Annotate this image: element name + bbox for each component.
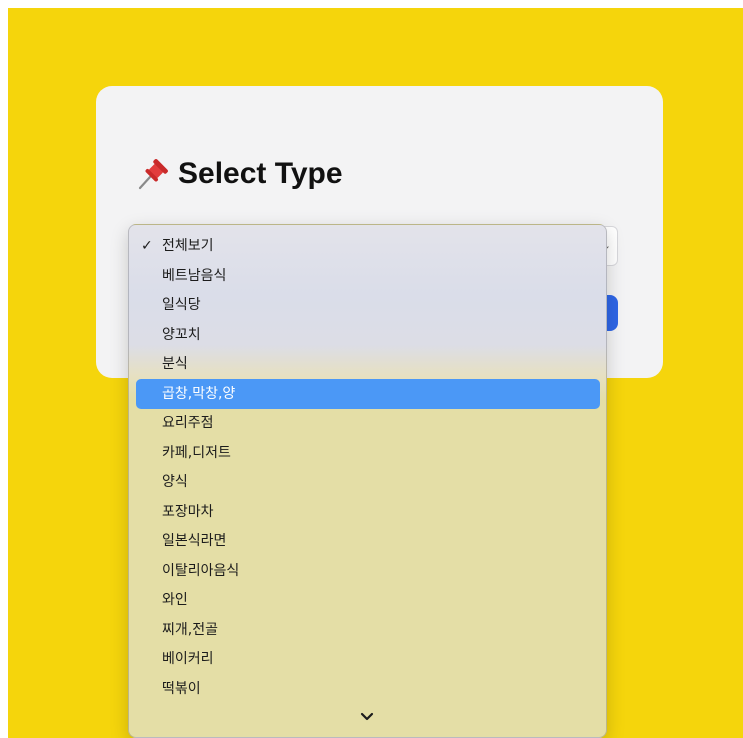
dropdown-option-label: 일식당 [162,297,201,313]
type-dropdown-menu: ✓ 전체보기베트남음식일식당양꼬치분식곱창,막창,양요리주점카페,디저트양식포장마… [128,224,607,738]
checkmark-icon: ✓ [141,238,153,254]
dropdown-option-label: 베이커리 [162,651,214,667]
dropdown-option-label: 일본식라면 [162,533,227,549]
dropdown-option-label: 찌개,전골 [162,621,218,638]
dropdown-option[interactable]: 찌개,전골 [136,615,600,645]
dropdown-option-label: 양식 [162,474,188,490]
dropdown-option[interactable]: 일본식라면 [136,526,600,556]
dropdown-option[interactable]: 베이커리 [136,644,600,674]
dropdown-option[interactable]: 양식 [136,467,600,497]
dropdown-option-label: 포장마차 [162,503,214,520]
dropdown-option-label: 곱창,막창,양 [162,385,236,402]
dropdown-option[interactable]: 이탈리아음식 [136,556,600,586]
dropdown-option-label: 떡볶이 [162,680,201,697]
dropdown-option-label: 이탈리아음식 [162,562,240,579]
dropdown-option[interactable]: 양꼬치 [136,320,600,350]
chevron-down-icon[interactable] [359,711,375,723]
dropdown-option[interactable]: 분식 [136,349,600,379]
dropdown-option-label: 와인 [162,592,188,608]
dropdown-option-label: 전체보기 [162,238,214,254]
dropdown-option-label: 베트남음식 [162,267,227,284]
card-title: Select Type [136,154,343,194]
card-title-text: Select Type [178,157,343,190]
dropdown-option[interactable]: 베트남음식 [136,261,600,291]
dropdown-option[interactable]: 와인 [136,585,600,615]
dropdown-option[interactable]: 일식당 [136,290,600,320]
dropdown-option[interactable]: 떡볶이 [136,674,600,704]
dropdown-option-label: 양꼬치 [162,326,201,343]
dropdown-option[interactable]: 카페,디저트 [136,438,600,468]
dropdown-option[interactable]: 요리주점 [136,408,600,438]
dropdown-option[interactable]: ✓ 전체보기 [136,231,600,261]
dropdown-option[interactable]: 포장마차 [136,497,600,527]
dropdown-option[interactable]: 곱창,막창,양 [136,378,600,409]
pushpin-icon [138,159,168,190]
dropdown-option-label: 카페,디저트 [162,444,231,461]
dropdown-option-label: 요리주점 [162,415,214,431]
dropdown-option-label: 분식 [162,356,188,372]
